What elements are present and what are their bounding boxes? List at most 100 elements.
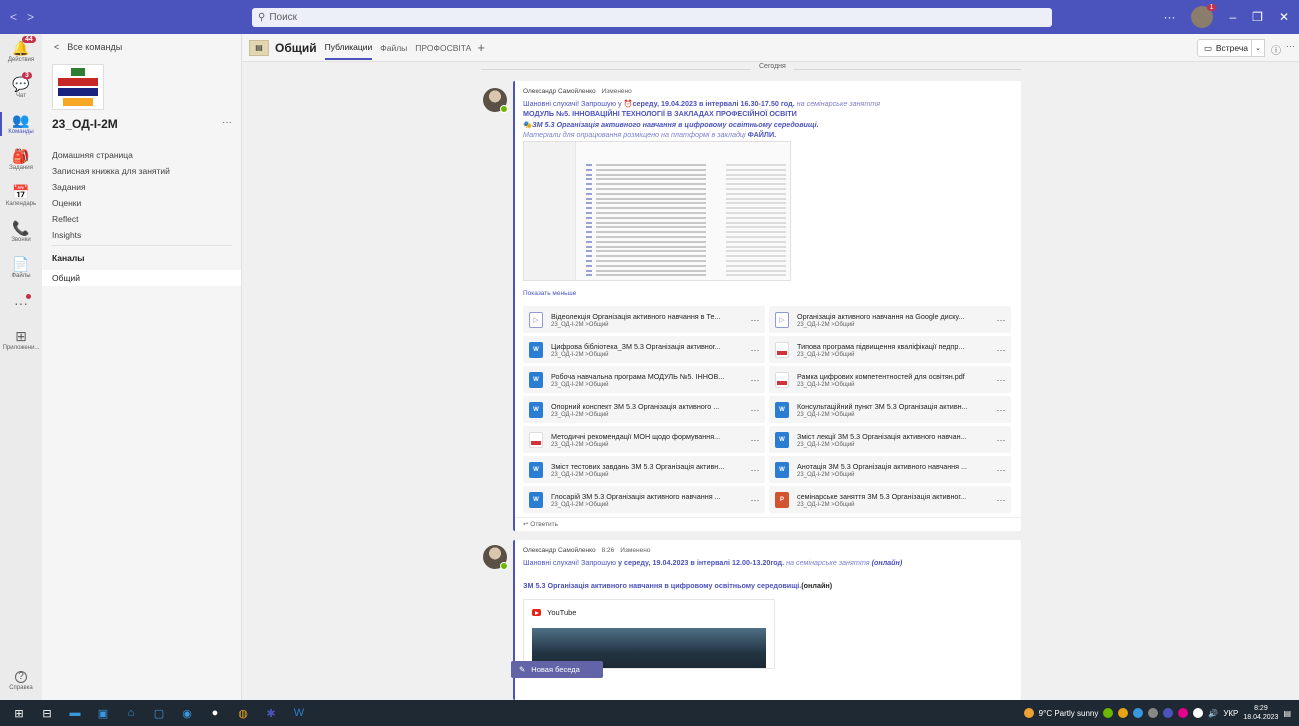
rail-item-calendar[interactable]: 📅 Календарь (0, 178, 42, 214)
notifications-icon[interactable]: ▤ (1283, 709, 1291, 718)
post-author[interactable]: Олександр Самойленко (523, 547, 596, 554)
reply-button[interactable]: ↩ Ответить (515, 517, 1021, 531)
taskbar-app-icon[interactable]: ▢ (150, 704, 168, 722)
rail-item-more[interactable]: ··· (0, 286, 42, 322)
rail-item-calls[interactable]: 📞 Звонки (0, 214, 42, 250)
taskbar-app-icon[interactable]: ▣ (94, 704, 112, 722)
taskbar-app-icon[interactable]: ● (206, 704, 224, 722)
tray-app-icon[interactable] (1103, 708, 1114, 718)
more-icon[interactable]: ··· (1286, 41, 1295, 51)
file-attachment[interactable]: Типова програма підвищення кваліфікації … (769, 336, 1011, 363)
team-link[interactable]: Задания (52, 179, 170, 195)
file-more-icon[interactable]: ··· (991, 405, 1011, 415)
team-more-icon[interactable]: ··· (222, 117, 232, 128)
file-path: 23_ОД-І-2М >Общий (797, 501, 855, 508)
rail-item-files[interactable]: 📄 Файлы (0, 250, 42, 286)
file-more-icon[interactable]: ··· (991, 465, 1011, 475)
file-attachment[interactable]: W Цифрова бібліотека_ЗМ 5.3 Організація а… (523, 336, 765, 363)
language-indicator[interactable]: УКР (1223, 709, 1238, 718)
post-link[interactable]: ЗМ 5.3 Організація активного навчання в … (523, 581, 801, 590)
file-more-icon[interactable]: ··· (991, 345, 1011, 355)
file-attachment[interactable]: W Робоча навчальна програма МОДУЛЬ №5. ІН… (523, 366, 765, 393)
team-link[interactable]: Домашняя страница (52, 147, 170, 163)
more-options-icon[interactable]: ··· (1163, 10, 1175, 24)
channel-general[interactable]: Общий (42, 270, 241, 286)
author-avatar[interactable] (483, 88, 508, 113)
cloud-icon[interactable] (1193, 708, 1204, 718)
tab-profosvita[interactable]: ПРОФОСВІТА (415, 37, 471, 59)
search-input[interactable]: ⚲ Поиск (252, 8, 1052, 27)
file-more-icon[interactable]: ··· (745, 315, 765, 325)
file-attachment[interactable]: W Консультаційний пункт ЗМ 5.3 Організаці… (769, 396, 1011, 423)
tab-posts[interactable]: Публикации (324, 36, 373, 60)
all-teams-link[interactable]: < Все команды (54, 42, 122, 52)
meet-button[interactable]: ▭ Встреча (1196, 39, 1255, 57)
tab-files[interactable]: Файлы (380, 37, 407, 59)
rail-item-activity[interactable]: 🔔 Действия 44 (0, 34, 42, 70)
new-conversation-button[interactable]: ✎ Новая беседа (511, 661, 603, 678)
file-more-icon[interactable]: ··· (991, 315, 1011, 325)
team-link[interactable]: Оценки (52, 195, 170, 211)
weather-text[interactable]: 9°C Partly sunny (1039, 709, 1099, 718)
clock[interactable]: 8:29 18.04.2023 (1243, 704, 1278, 722)
rail-item-teams[interactable]: 👥 Команды (0, 106, 42, 142)
file-more-icon[interactable]: ··· (991, 495, 1011, 505)
file-more-icon[interactable]: ··· (991, 375, 1011, 385)
file-more-icon[interactable]: ··· (745, 375, 765, 385)
tray-app-icon[interactable] (1148, 708, 1159, 718)
taskbar-app-icon[interactable]: ⊞ (10, 704, 28, 722)
file-attachment[interactable]: W Глосарій ЗМ 5.3 Організація активного н… (523, 486, 765, 513)
meet-dropdown[interactable]: ⌄ (1251, 39, 1265, 57)
close-button[interactable]: ✕ (1279, 10, 1289, 24)
volume-icon[interactable]: 🔊 (1208, 709, 1218, 718)
post-author[interactable]: Олександр Самойленко (523, 88, 596, 95)
taskbar-app-icon[interactable]: ◍ (234, 704, 252, 722)
embedded-screenshot[interactable] (523, 141, 791, 281)
file-more-icon[interactable]: ··· (991, 435, 1011, 445)
file-more-icon[interactable]: ··· (745, 345, 765, 355)
file-more-icon[interactable]: ··· (745, 495, 765, 505)
post-text-italic: на семінарське заняття (784, 558, 872, 567)
file-attachment[interactable]: ▷ Організація активного навчання на Googl… (769, 306, 1011, 333)
taskbar-app-icon[interactable]: ▬ (66, 704, 84, 722)
tray-app-icon[interactable] (1118, 708, 1129, 718)
rail-item-apps[interactable]: ⊞ Приложени... (0, 322, 42, 358)
minimize-button[interactable]: – (1229, 10, 1236, 24)
file-more-icon[interactable]: ··· (745, 405, 765, 415)
tray-app-icon[interactable] (1163, 708, 1174, 718)
author-avatar[interactable] (483, 545, 508, 570)
team-link[interactable]: Записная книжка для занятий (52, 163, 170, 179)
file-attachment[interactable]: Методичні рекомендації МОН щодо формуван… (523, 426, 765, 453)
taskbar-app-icon[interactable]: ✱ (262, 704, 280, 722)
team-link[interactable]: Reflect (52, 211, 170, 227)
youtube-card[interactable]: YouTube (523, 599, 775, 669)
help-item[interactable]: ? Справка (0, 663, 42, 699)
file-more-icon[interactable]: ··· (745, 435, 765, 445)
team-link[interactable]: Insights (52, 227, 170, 243)
tray-app-icon[interactable] (1178, 708, 1189, 718)
file-attachment[interactable]: W Зміст лекції ЗМ 5.3 Організація активно… (769, 426, 1011, 453)
file-attachment[interactable]: ▷ Відеолекція Організація активного навча… (523, 306, 765, 333)
pdf-file-icon (775, 371, 789, 388)
add-tab-icon[interactable]: + (477, 40, 485, 55)
forward-arrow-icon[interactable]: > (27, 10, 34, 24)
taskbar-app-icon[interactable]: ⌂ (122, 704, 140, 722)
profile-avatar[interactable]: 1 (1191, 4, 1217, 28)
file-attachment[interactable]: W Зміст тестових завдань ЗМ 5.3 Організац… (523, 456, 765, 483)
back-arrow-icon[interactable]: < (10, 10, 17, 24)
file-attachment[interactable]: W Опорний конспект ЗМ 5.3 Організація акт… (523, 396, 765, 423)
show-less-link[interactable]: Показать меньше (523, 290, 576, 297)
info-icon[interactable]: ⓘ (1271, 42, 1281, 57)
file-more-icon[interactable]: ··· (745, 465, 765, 475)
file-attachment[interactable]: Pсемінарське заняття ЗМ 5.3 Організація … (769, 486, 1011, 513)
rail-item-assignments[interactable]: 🎒 Задания (0, 142, 42, 178)
tray-app-icon[interactable] (1133, 708, 1144, 718)
file-attachment[interactable]: W Анотація ЗМ 5.3 Організація активного н… (769, 456, 1011, 483)
taskbar-app-icon[interactable]: W (290, 704, 308, 722)
file-attachment[interactable]: Рамка цифрових компетентностей для освіт… (769, 366, 1011, 393)
file-text: Глосарій ЗМ 5.3 Організація активного на… (551, 492, 745, 508)
restore-button[interactable]: ❐ (1252, 10, 1263, 24)
rail-item-chat[interactable]: 💬 Чат 3 (0, 70, 42, 106)
taskbar-app-icon[interactable]: ⊟ (38, 704, 56, 722)
taskbar-app-icon[interactable]: ◉ (178, 704, 196, 722)
